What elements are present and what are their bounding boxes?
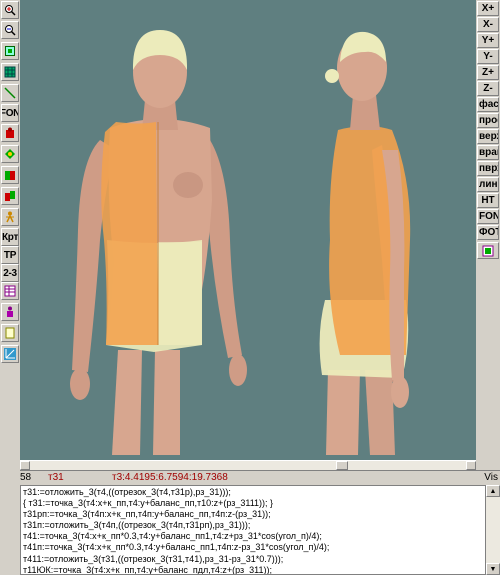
table-button[interactable] xyxy=(1,282,19,300)
code-line: т31рп:=точка_3(т4п:x+к_пп,т4п:y+баланс_п… xyxy=(23,509,271,520)
figure-red-button[interactable] xyxy=(1,124,19,142)
two-three-button[interactable]: 2-3 xyxy=(1,264,19,282)
status-bar: 58 т31 т3:4.4195:6.7594:19.7368 Vis xyxy=(20,470,500,485)
note-icon xyxy=(5,327,15,339)
code-line: т411:=отложить_3(т31,((отрезок_3(т31,т41… xyxy=(23,553,284,564)
krt-button[interactable]: Крт xyxy=(1,228,19,246)
person-button[interactable] xyxy=(1,208,19,226)
zoom-out-icon xyxy=(5,25,16,36)
top-view-button[interactable]: верх xyxy=(477,129,499,144)
figure-pair-icon xyxy=(5,191,15,201)
view-z-minus-button[interactable]: Z- xyxy=(477,81,499,96)
view-y-plus-button[interactable]: Y+ xyxy=(477,33,499,48)
profile-view-button[interactable]: проф xyxy=(477,113,499,128)
ht-button[interactable]: HT xyxy=(477,193,499,208)
figure-red-icon xyxy=(6,127,14,138)
person-icon xyxy=(6,211,14,223)
line-icon xyxy=(4,87,16,99)
figure-pair-button[interactable] xyxy=(1,187,19,205)
right-toolbar: X+ X- Y+ Y- Z+ Z- фас проф верх вращ пвр… xyxy=(476,0,500,470)
scroll-up-arrow[interactable]: ▲ xyxy=(486,485,500,497)
status-tail: Vis xyxy=(484,472,498,483)
code-line: т31п:=отложить_3(т4п,((отрезок_3(т4п,т31… xyxy=(23,520,251,531)
photo-button[interactable]: ФОТО xyxy=(477,225,499,240)
code-line: т31:=отложить_3(т4,((отрезок_3(т4,т31р),… xyxy=(23,487,231,497)
3d-viewport[interactable] xyxy=(20,0,476,460)
grid-icon xyxy=(4,66,16,78)
scroll-right-arrow[interactable] xyxy=(466,461,476,470)
lines-button[interactable]: лини xyxy=(477,177,499,192)
purple-figure-icon xyxy=(7,306,13,317)
line-tool-button[interactable] xyxy=(1,84,19,102)
figure-green-button[interactable] xyxy=(1,145,19,163)
rotate-button[interactable]: вращ xyxy=(477,145,499,160)
figure-mixed-button[interactable] xyxy=(1,166,19,184)
fon-right-button[interactable]: FON xyxy=(477,209,499,224)
code-vertical-scrollbar[interactable]: ▲ ▼ xyxy=(486,485,500,575)
view-x-minus-button[interactable]: X- xyxy=(477,17,499,32)
note-button[interactable] xyxy=(1,324,19,342)
zoom-out-button[interactable] xyxy=(1,21,19,39)
axes-icon xyxy=(4,348,16,360)
code-line: т11ЮК:=точка_3(т4:x+к_пп,т4:y+баланс_пдл… xyxy=(23,564,273,575)
code-line: т41:=точка_3(т4:x+к_пп*0.3,т4:y+баланс_п… xyxy=(23,531,322,542)
code-line: { т31:=точка_3(т4:x+к_пп,т4:y+баланс_пп,… xyxy=(23,498,274,509)
table-icon xyxy=(4,285,16,297)
purple-figure-button[interactable] xyxy=(1,303,19,321)
view-z-plus-button[interactable]: Z+ xyxy=(477,65,499,80)
point-coordinates: т3:4.4195:6.7594:19.7368 xyxy=(112,472,228,483)
line-number: 58 xyxy=(20,472,32,483)
horizontal-scrollbar[interactable] xyxy=(20,460,476,470)
point-name: т31 xyxy=(48,472,64,483)
fit-view-icon xyxy=(5,46,15,56)
code-editor[interactable]: т31:=отложить_3(т4,((отрезок_3(т4,т31р),… xyxy=(20,485,486,575)
scroll-left-arrow[interactable] xyxy=(20,461,30,470)
top-rotate-button[interactable]: пврх xyxy=(477,161,499,176)
figure-green-icon xyxy=(5,149,15,159)
axes-button[interactable] xyxy=(1,345,19,363)
fon-button[interactable]: FON xyxy=(1,104,19,122)
code-line: т41п:=точка_3(т4:x+к_пп*0.3,т4:y+баланс_… xyxy=(23,542,330,553)
left-toolbar: FON Крт ТР 2-3 xyxy=(0,0,20,460)
fit-view-button[interactable] xyxy=(1,42,19,60)
side-mannequin xyxy=(319,31,411,455)
zoom-in-button[interactable] xyxy=(1,1,19,19)
grid-button[interactable] xyxy=(1,63,19,81)
front-view-button[interactable]: фас xyxy=(477,97,499,112)
tp-button[interactable]: ТР xyxy=(1,246,19,264)
view-x-plus-button[interactable]: X+ xyxy=(477,1,499,16)
image-icon xyxy=(482,245,494,256)
zoom-in-icon xyxy=(5,5,16,16)
scroll-thumb[interactable] xyxy=(336,461,348,470)
mannequin-scene xyxy=(70,30,411,455)
figure-mixed-icon xyxy=(5,171,15,180)
image-button[interactable] xyxy=(477,242,499,259)
front-mannequin xyxy=(70,30,247,455)
view-y-minus-button[interactable]: Y- xyxy=(477,49,499,64)
scroll-down-arrow[interactable]: ▼ xyxy=(486,563,500,575)
